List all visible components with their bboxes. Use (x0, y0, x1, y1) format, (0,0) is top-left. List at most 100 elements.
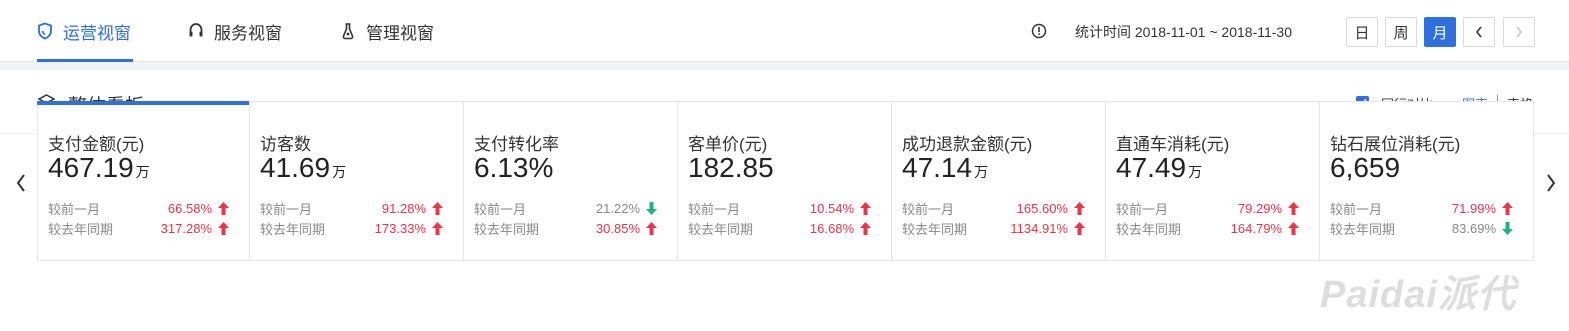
metric-card[interactable]: 成功退款金额(元) 47.14 万 较前一月 165.60% 较去年同期 1134… (892, 101, 1106, 261)
percent-value: 1134.91% (1010, 220, 1068, 236)
metric-card[interactable]: 访客数 41.69 万 较前一月 91.28% 较去年同期 173.33% (250, 101, 464, 261)
percent-value: 16.68% (809, 220, 854, 236)
metric-card[interactable]: 直通车消耗(元) 47.49 万 较前一月 79.29% 较去年同期 164.79… (1106, 101, 1320, 261)
metric-unit: 万 (974, 164, 989, 180)
compare-label: 较去年同期 (1330, 221, 1396, 237)
arrow-up-icon (1074, 201, 1085, 215)
chevron-left-icon (16, 174, 25, 192)
compare-percent: 21.22% (596, 201, 657, 216)
percent-value: 10.54% (809, 200, 854, 216)
compare-label: 较去年同期 (260, 221, 326, 237)
compare-label: 较前一月 (48, 201, 101, 217)
chevron-right-icon (1516, 26, 1523, 38)
metric-value: 6.13% (474, 152, 555, 184)
tab-label: 运营视窗 (63, 23, 131, 43)
chevron-left-icon (1475, 26, 1482, 38)
period-week-button[interactable]: 周 (1385, 17, 1417, 47)
compare-row: 较去年同期 317.28% (48, 219, 229, 237)
compare-row: 较去年同期 164.79% (1116, 219, 1299, 237)
compare-percent: 317.28% (161, 221, 229, 236)
metric-number: 6.13% (474, 152, 554, 183)
compare-label: 较前一月 (1330, 201, 1383, 217)
next-period-button[interactable] (1503, 17, 1535, 47)
metric-cards: 支付金额(元) 467.19 万 较前一月 66.58% 较去年同期 317.28… (37, 101, 1534, 261)
percent-value: 21.22% (595, 200, 640, 216)
compare-label: 较前一月 (902, 201, 955, 217)
compare-row: 较去年同期 83.69% (1330, 219, 1513, 237)
compare-percent: 164.79% (1231, 221, 1299, 236)
percent-value: 317.28% (160, 220, 212, 236)
arrow-up-icon (432, 201, 443, 215)
metric-number: 47.14 (902, 152, 973, 183)
shield-icon (37, 22, 53, 40)
chevron-right-icon (1547, 174, 1556, 192)
metric-card[interactable]: 支付金额(元) 467.19 万 较前一月 66.58% 较去年同期 317.28… (37, 101, 250, 261)
compare-row: 较前一月 71.99% (1330, 199, 1513, 217)
arrow-up-icon (860, 221, 871, 235)
compare-row: 较去年同期 16.68% (688, 219, 871, 237)
arrow-down-icon (646, 201, 657, 215)
metric-value: 467.19 万 (48, 152, 150, 184)
compare-row: 较前一月 10.54% (688, 199, 871, 217)
compare-label: 较去年同期 (1116, 221, 1182, 237)
tab-management[interactable]: 管理视窗 (340, 0, 434, 62)
metric-value: 6,659 (1330, 152, 1402, 184)
metric-unit: 万 (1188, 164, 1203, 180)
arrow-up-icon (218, 201, 229, 215)
arrow-up-icon (1502, 201, 1513, 215)
headset-icon (188, 22, 204, 40)
metric-number: 6,659 (1330, 152, 1401, 183)
compare-percent: 83.69% (1452, 221, 1513, 236)
metric-value: 47.49 万 (1116, 152, 1202, 184)
percent-value: 79.29% (1237, 200, 1282, 216)
metric-number: 41.69 (260, 152, 331, 183)
metric-number: 47.49 (1116, 152, 1187, 183)
top-bar: 运营视窗 服务视窗 管理视窗 统计时间 2018-11-01 ~ 2018-11… (0, 0, 1569, 62)
metric-number: 182.85 (688, 152, 774, 183)
compare-percent: 66.58% (168, 201, 229, 216)
arrow-down-icon (1502, 221, 1513, 235)
stat-time-range: 统计时间 2018-11-01 ~ 2018-11-30 (1075, 24, 1292, 40)
info-icon[interactable] (1031, 23, 1047, 39)
tab-operations[interactable]: 运营视窗 (37, 0, 133, 62)
watermark-logo: Paidai派代 (1320, 274, 1516, 316)
tab-service[interactable]: 服务视窗 (188, 0, 282, 62)
percent-value: 165.60% (1016, 200, 1068, 216)
arrow-up-icon (1074, 221, 1085, 235)
compare-percent: 91.28% (382, 201, 443, 216)
compare-percent: 30.85% (596, 221, 657, 236)
arrow-up-icon (432, 221, 443, 235)
compare-percent: 1134.91% (1010, 221, 1085, 236)
metric-card[interactable]: 客单价(元) 182.85 较前一月 10.54% 较去年同期 16.68% (678, 101, 892, 261)
arrow-up-icon (860, 201, 871, 215)
metric-card[interactable]: 支付转化率 6.13% 较前一月 21.22% 较去年同期 30.85% (464, 101, 678, 261)
period-day-button[interactable]: 日 (1346, 17, 1378, 47)
metric-unit: 万 (135, 164, 150, 180)
compare-label: 较前一月 (1116, 201, 1169, 217)
prev-period-button[interactable] (1463, 17, 1495, 47)
compare-label: 较去年同期 (48, 221, 114, 237)
compare-percent: 71.99% (1452, 201, 1513, 216)
percent-value: 66.58% (167, 200, 212, 216)
tab-label: 管理视窗 (366, 23, 434, 43)
compare-percent: 173.33% (375, 221, 443, 236)
percent-value: 164.79% (1230, 220, 1282, 236)
arrow-up-icon (1288, 201, 1299, 215)
compare-row: 较前一月 91.28% (260, 199, 443, 217)
compare-label: 较前一月 (260, 201, 313, 217)
carousel-prev-button[interactable] (14, 172, 28, 194)
period-month-button[interactable]: 月 (1424, 17, 1456, 47)
carousel-next-button[interactable] (1544, 172, 1558, 194)
metric-number: 467.19 (48, 152, 134, 183)
metric-value: 41.69 万 (260, 152, 346, 184)
percent-value: 83.69% (1451, 220, 1496, 236)
metric-value: 182.85 (688, 152, 776, 184)
compare-row: 较去年同期 30.85% (474, 219, 657, 237)
metric-unit: 万 (332, 164, 347, 180)
metric-card[interactable]: 钻石展位消耗(元) 6,659 较前一月 71.99% 较去年同期 83.69% (1320, 101, 1534, 261)
compare-percent: 79.29% (1238, 201, 1299, 216)
compare-label: 较去年同期 (688, 221, 754, 237)
compare-label: 较前一月 (688, 201, 741, 217)
compare-row: 较前一月 66.58% (48, 199, 229, 217)
compare-label: 较去年同期 (902, 221, 968, 237)
